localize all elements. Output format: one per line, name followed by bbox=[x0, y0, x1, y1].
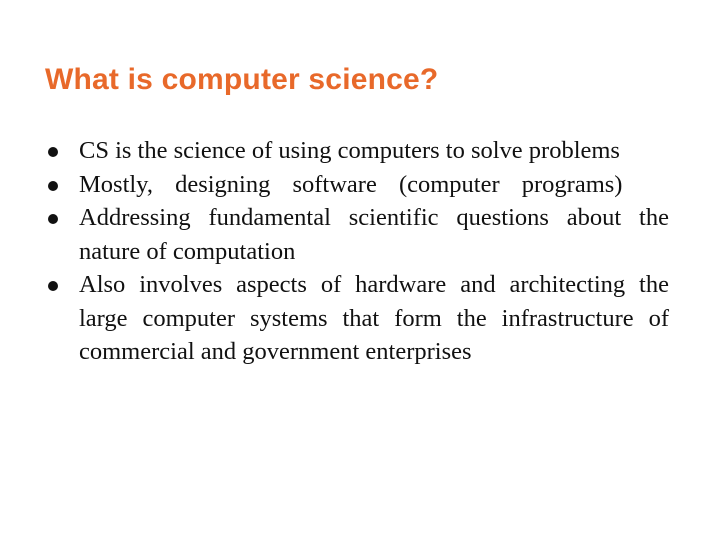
bullet-item: Mostly, designing software (computer pro… bbox=[48, 168, 669, 202]
bullet-list: CS is the science of using computers to … bbox=[48, 134, 669, 369]
bullet-item: Addressing fundamental scientific questi… bbox=[48, 201, 669, 268]
bullet-dot-icon bbox=[48, 147, 58, 157]
bullet-text: Addressing fundamental scientific questi… bbox=[79, 204, 669, 265]
bullet-item: CS is the science of using computers to … bbox=[48, 134, 669, 168]
bullet-dot-icon bbox=[48, 281, 58, 291]
bullet-dot-icon bbox=[48, 214, 58, 224]
bullet-dot-icon bbox=[48, 180, 58, 191]
bullet-text: Mostly, designing software (computer pro… bbox=[79, 170, 623, 198]
slide-title: What is computer science? bbox=[45, 63, 439, 96]
bullet-text: CS is the science of using computers to … bbox=[79, 137, 620, 164]
bullet-item: Also involves aspects of hardware and ar… bbox=[48, 268, 669, 369]
bullet-text: Also involves aspects of hardware and ar… bbox=[79, 271, 669, 365]
